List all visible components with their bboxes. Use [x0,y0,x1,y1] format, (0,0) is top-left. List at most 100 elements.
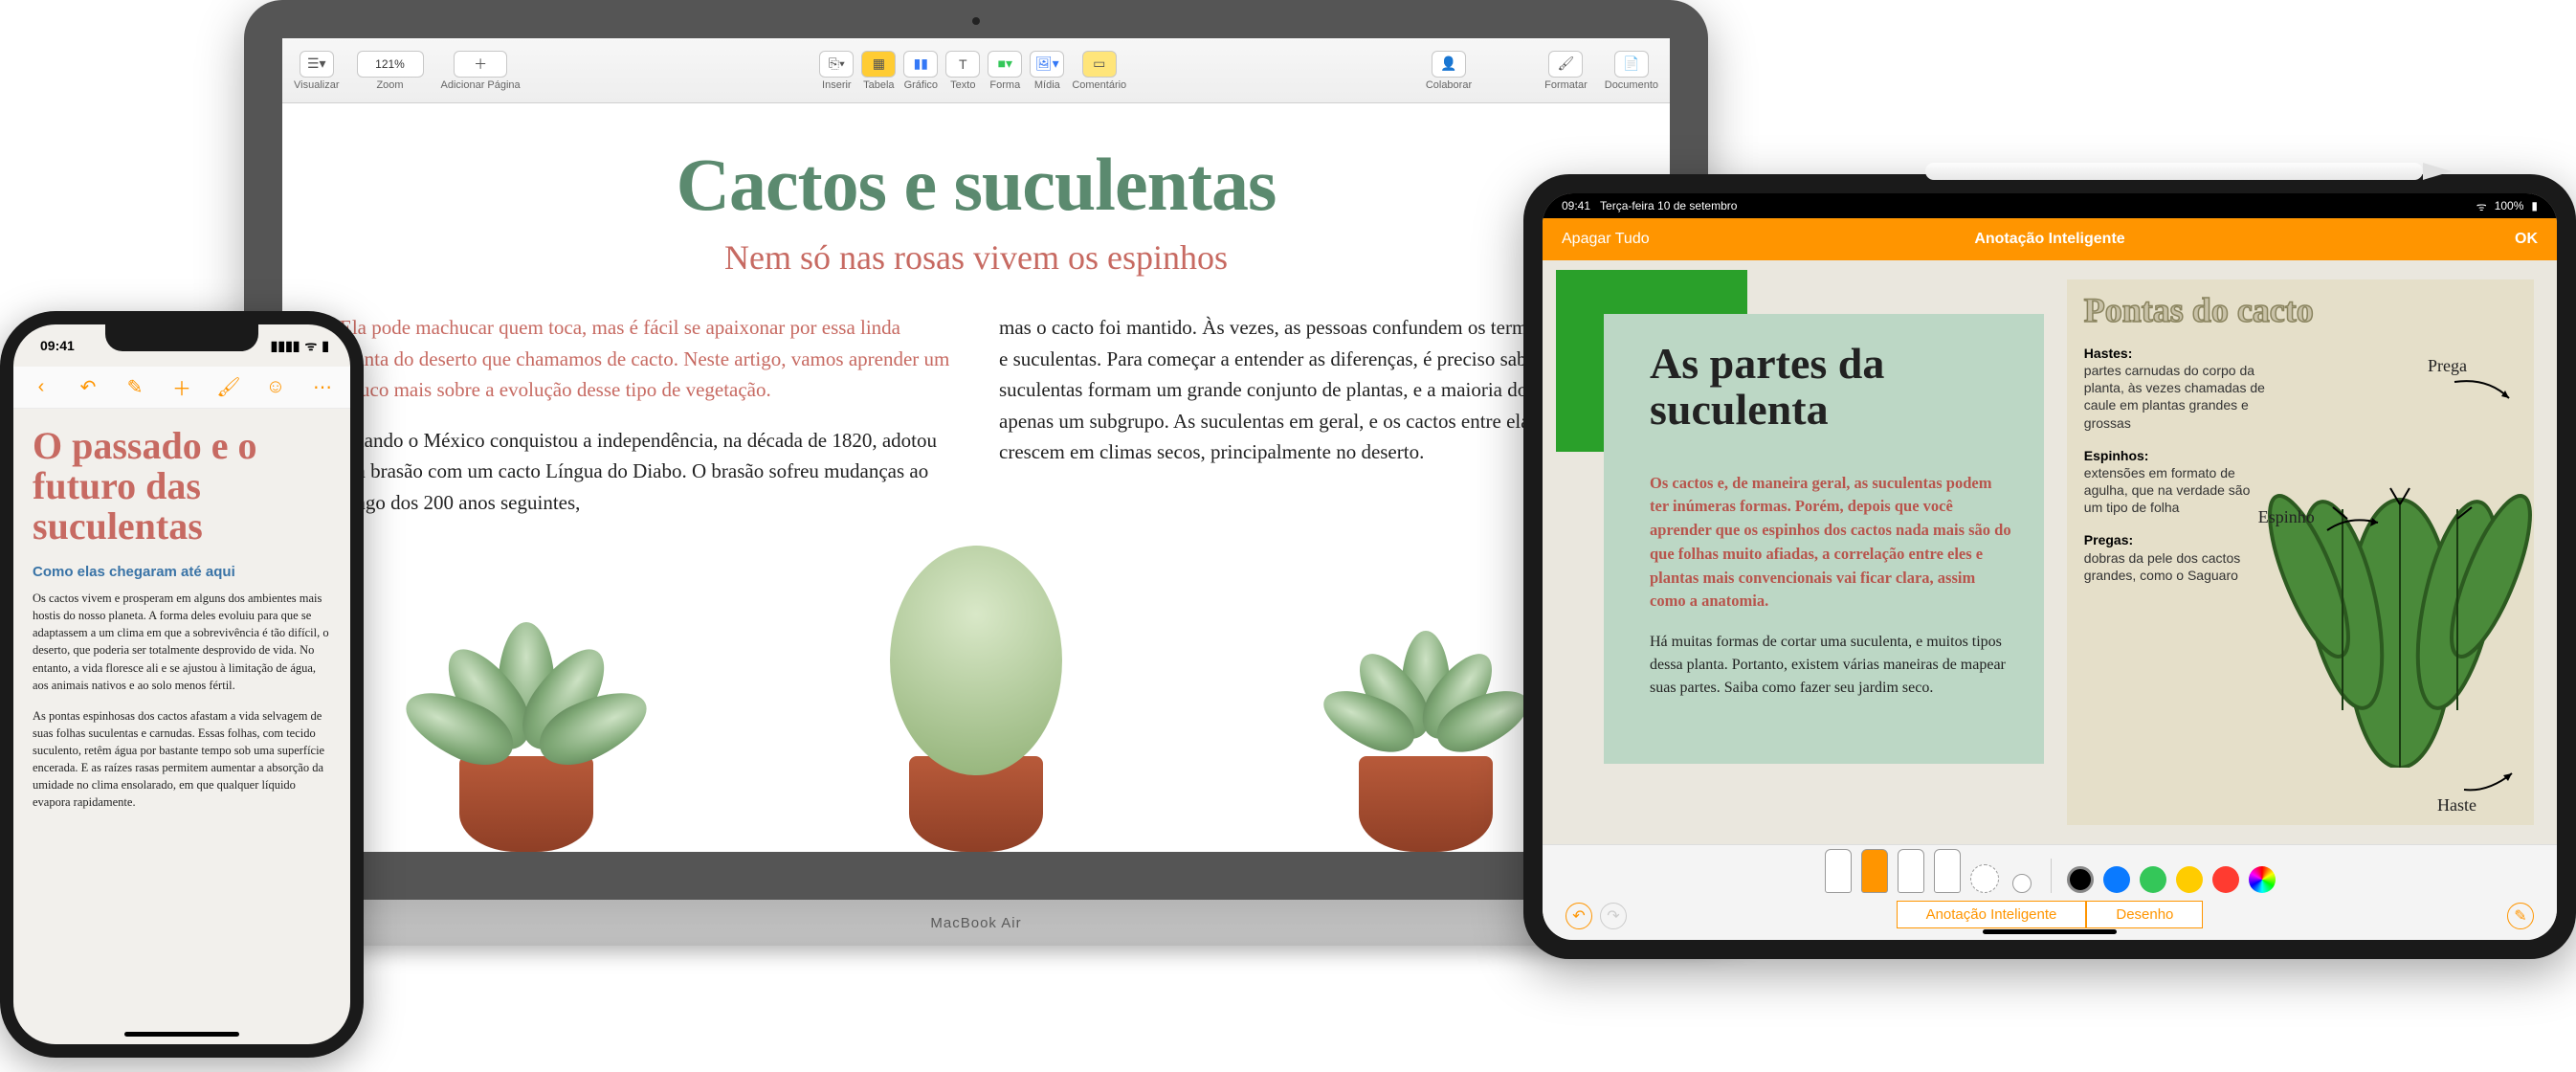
more-button[interactable]: ⋯ [308,375,337,399]
succulent-icon [402,584,651,775]
view-icon: ☰▾ [300,51,334,78]
nav-ok-button[interactable]: OK [2515,231,2538,248]
color-green[interactable] [2140,866,2166,893]
toolbar-document[interactable]: 📄Documento [1605,51,1658,91]
anno-espinho: Espinho [2258,507,2315,527]
doc-intro: Ela pode machucar quem toca, mas é fácil… [340,312,953,406]
mint-text-block: As partes da suculenta Os cactos e, de m… [1604,314,2044,764]
seg-smart-annotation[interactable]: Anotação Inteligente [1897,901,2087,928]
color-red[interactable] [2212,866,2239,893]
apple-pencil-icon [1925,163,2423,180]
iphone-device: 09:41 ▮▮▮▮ ᯤ ▮ ‹ ↶ ✎ ＋ 🖌 ☺ ⋯ O passado e… [0,311,364,1058]
toolbar-zoom[interactable]: 121% Zoom [357,51,424,91]
wifi-icon: ᯤ [304,337,317,355]
wifi-icon: ᯤ [2476,198,2487,214]
statusbar-battery: 100% [2495,199,2524,212]
collaborate-icon: 👤 [1432,51,1466,78]
toolbar-shape[interactable]: ■▾Forma [988,51,1022,91]
iphone-p2: As pontas espinhosas dos cactos afastam … [33,707,331,812]
macbook-screen: ☰▾ Visualizar 121% Zoom ＋ Adicionar Pági… [282,38,1670,852]
definition-hastes: Hastes:partes carnudas do corpo da plant… [2084,345,2266,432]
nav-erase-all-button[interactable]: Apagar Tudo [1562,231,1650,248]
toolbar-table-label: Tabela [863,79,894,91]
toolbar-addpage-label: Adicionar Página [441,79,521,91]
toolbar-document-label: Documento [1605,79,1658,91]
chart-icon: ▮▮ [903,51,938,78]
lasso-tool[interactable] [1970,864,1999,893]
document-canvas[interactable]: Cactos e suculentas Nem só nas rosas viv… [282,103,1670,852]
anno-haste: Haste [2437,795,2476,815]
home-indicator[interactable] [1983,929,2117,934]
color-black[interactable] [2067,866,2094,893]
tools-row [1543,845,2557,897]
doc-columns: Ela pode machucar quem toca, mas é fácil… [340,312,1612,518]
toolbar-add-page[interactable]: ＋ Adicionar Página [441,51,521,91]
color-picker[interactable] [2249,866,2276,893]
toolbar-insert-label: Inserir [822,79,852,91]
pencil-tool[interactable] [1898,849,1924,893]
marker-tool[interactable] [1861,849,1888,893]
toolbar-media-label: Mídia [1034,79,1060,91]
shape-icon: ■▾ [988,51,1022,78]
toolbar-format-label: Formatar [1544,79,1588,91]
toolbar-table[interactable]: ▦Tabela [861,51,896,91]
undo-button[interactable]: ↶ [1566,903,1592,929]
plus-icon: ＋ [454,51,507,78]
color-yellow[interactable] [2176,866,2203,893]
ipad-body: Há muitas formas de cortar uma suculenta… [1650,631,2011,700]
toolbar-collaborate[interactable]: 👤Colaborar [1426,51,1472,91]
toolbar-chart[interactable]: ▮▮Gráfico [903,51,938,91]
highlighter-button[interactable]: ✎ [121,375,149,399]
eraser-tool[interactable] [1934,849,1961,893]
comment-icon: ▭ [1082,51,1117,78]
toolbar-media[interactable]: 🖼▾Mídia [1030,51,1064,91]
ipad-document[interactable]: As partes da suculenta Os cactos e, de m… [1543,260,2557,844]
pen-tool[interactable] [1825,849,1852,893]
doc-col-2: mas o cacto foi mantido. Às vezes, as pe… [999,312,1612,518]
succulent-icon [1321,598,1532,761]
format-button[interactable]: 🖌 [214,375,243,399]
doc-plants-photo [282,488,1670,852]
toolbar-view[interactable]: ☰▾ Visualizar [294,51,340,91]
format-icon: 🖌 [1548,51,1583,78]
undo-button[interactable]: ↶ [74,375,102,399]
iphone-h1: O passado e o futuro das suculentas [33,426,331,547]
home-indicator[interactable] [124,1032,239,1037]
toolbar-comment[interactable]: ▭Comentário [1072,51,1126,91]
macbook-bezel: ☰▾ Visualizar 121% Zoom ＋ Adicionar Pági… [244,0,1708,900]
toolbar-insert-group: ⎘▾Inserir ▦Tabela ▮▮Gráfico TTexto ■▾For… [819,51,1126,91]
toolbar-text[interactable]: TTexto [945,51,980,91]
ipad-navbar: Apagar Tudo Anotação Inteligente OK [1543,218,2557,260]
toolbar-text-label: Texto [950,79,975,91]
iphone-p1: Os cactos vivem e prosperam em alguns do… [33,590,331,694]
arrow-icon [2450,377,2517,406]
add-button[interactable]: ＋ [167,373,196,401]
ipad-screen: 09:41 Terça-feira 10 de setembro ᯤ 100% … [1543,193,2557,940]
plant-2 [890,546,1062,852]
iphone-document[interactable]: O passado e o futuro das suculentas Como… [13,409,350,842]
term-text: partes carnudas do corpo da planta, às v… [2084,363,2265,431]
ruler-tool[interactable] [2012,874,2032,893]
macbook-model-label: MacBook Air [930,915,1021,931]
document-icon: 📄 [1614,51,1649,78]
ipad-h1: As partes da suculenta [1650,341,2011,434]
comment-button[interactable]: ☺ [261,376,290,398]
toolbar-format[interactable]: 🖌Formatar [1544,51,1588,91]
doc-col2-p: mas o cacto foi mantido. Às vezes, as pe… [999,312,1612,468]
zoom-value[interactable]: 121% [357,51,424,78]
redo-button[interactable]: ↷ [1600,903,1627,929]
statusbar-time: 09:41 [40,338,75,353]
nav-title: Anotação Inteligente [1974,231,2124,248]
iphone-toolbar: ‹ ↶ ✎ ＋ 🖌 ☺ ⋯ [13,367,350,409]
markup-button[interactable]: ✎ [2507,903,2534,929]
color-blue[interactable] [2103,866,2130,893]
arrow-icon [2459,766,2517,794]
seg-drawing[interactable]: Desenho [2086,901,2203,928]
toolbar-insert[interactable]: ⎘▾Inserir [819,51,854,91]
insert-icon: ⎘▾ [819,51,854,78]
term-text: extensões em formato de agulha, que na v… [2084,465,2251,515]
ipad-right-panel: Pontas do cacto Hastes:partes carnudas d… [2067,279,2534,825]
battery-icon: ▮ [2531,199,2538,212]
plant-3 [1301,584,1550,852]
back-button[interactable]: ‹ [27,376,56,398]
